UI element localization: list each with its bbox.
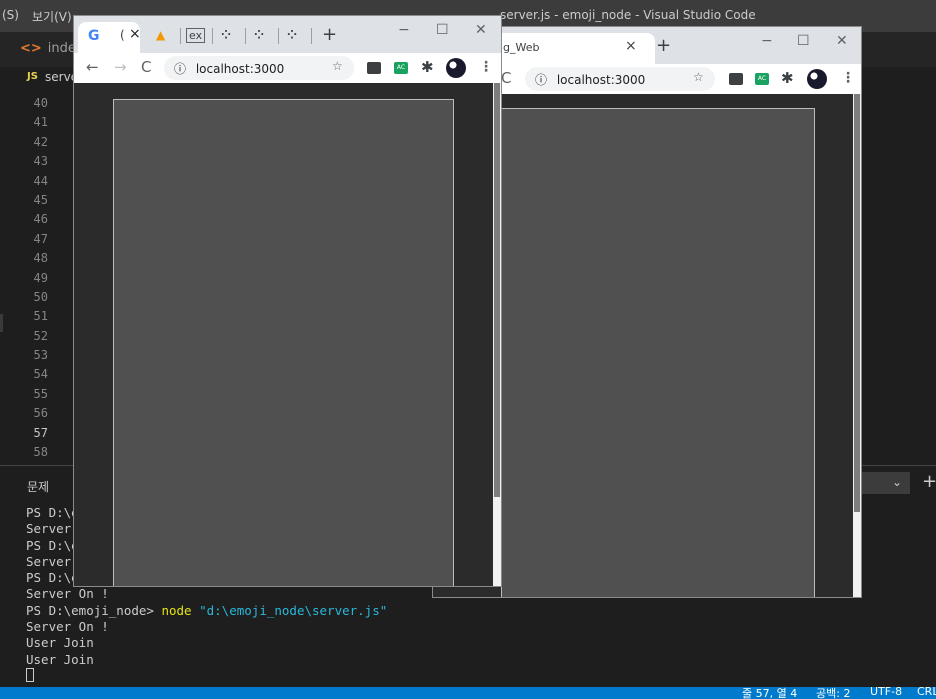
minimize-icon[interactable]: − <box>398 22 410 38</box>
terminal-line: User Join <box>26 651 94 667</box>
line-number: 50 <box>33 289 48 304</box>
line-number: 40 <box>33 96 48 110</box>
extension-icon-dark[interactable] <box>729 73 743 85</box>
new-tab-button[interactable]: + <box>322 24 337 45</box>
menu-kebab-icon[interactable]: ⋮ <box>841 70 855 86</box>
forward-arrow-icon[interactable]: → <box>114 58 127 76</box>
chevron-down-icon: ⌄ <box>891 475 902 489</box>
menu-kebab-icon[interactable]: ⋮ <box>479 59 493 75</box>
line-number: 54 <box>33 367 48 382</box>
js-file-icon: JS <box>27 71 38 82</box>
scrollbar-thumb[interactable] <box>854 94 860 512</box>
line-number: 57 <box>33 425 48 440</box>
line-number: 49 <box>33 270 48 285</box>
terminal-cursor <box>26 667 34 682</box>
menu-item-view[interactable]: 보기(V) <box>32 8 72 25</box>
info-icon[interactable]: ⓘ <box>535 73 547 87</box>
line-number: 41 <box>33 115 48 130</box>
terminal-line: Server On ! <box>26 586 109 602</box>
tab-favicon-dots[interactable]: ⁘ <box>287 28 297 42</box>
reload-icon[interactable]: C <box>501 69 511 87</box>
google-icon: G <box>88 28 100 44</box>
bookmark-star-icon[interactable]: ☆ <box>693 70 704 84</box>
status-line-col[interactable]: 줄 57, 열 4 <box>742 687 797 699</box>
close-window-icon[interactable]: ✕ <box>475 22 487 38</box>
extensions-puzzle-icon[interactable]: ✱ <box>781 69 794 87</box>
close-window-icon[interactable]: ✕ <box>836 33 848 49</box>
line-number: 44 <box>33 173 48 188</box>
minimize-icon[interactable]: − <box>761 33 773 49</box>
info-icon[interactable]: ⓘ <box>174 62 186 76</box>
address-bar[interactable]: ⓘ localhost:3000 ☆ <box>164 56 354 80</box>
browser-toolbar: ← → C ⓘ localhost:3000 ☆ AC ✱ ⋮ <box>74 53 501 83</box>
profile-avatar[interactable] <box>807 69 827 89</box>
close-tab-icon[interactable]: × <box>129 26 141 42</box>
terminal-line: User Join <box>26 635 94 651</box>
menu-item-selection[interactable]: (S) <box>2 8 19 22</box>
line-number: 52 <box>33 328 48 343</box>
tab-favicon-dots[interactable]: ⁘ <box>254 28 264 42</box>
url-text: localhost:3000 <box>556 73 646 87</box>
terminal-argument: "d:\emoji_node\server.js" <box>199 602 388 618</box>
line-number: 51 <box>33 309 48 324</box>
line-number: 58 <box>33 445 48 460</box>
status-spaces[interactable]: 공백: 2 <box>816 687 850 699</box>
tab-title: ( <box>120 28 125 42</box>
browser-window-left: G ( × ▲ ex ⁘ ⁘ ⁘ + − ☐ ✕ ← → C ⓘ localho… <box>73 15 502 587</box>
gutter-indicator <box>0 314 3 332</box>
scrollbar-thumb[interactable] <box>494 83 500 497</box>
status-encoding[interactable]: UTF-8 <box>870 687 902 698</box>
terminal-command-line: PS D:\emoji_node> node "d:\emoji_node\se… <box>26 603 387 619</box>
line-number: 43 <box>33 154 48 169</box>
profile-avatar[interactable] <box>446 58 466 78</box>
line-number: 53 <box>33 348 48 363</box>
close-tab-icon[interactable]: × <box>625 38 637 54</box>
reload-icon[interactable]: C <box>141 58 151 76</box>
line-number: 56 <box>33 406 48 421</box>
maximize-icon[interactable]: ☐ <box>436 22 449 38</box>
tab-separator <box>278 28 279 44</box>
terminal-prompt: PS D:\emoji_node> <box>26 602 162 618</box>
status-eol[interactable]: CRL <box>917 687 936 698</box>
address-bar[interactable]: ⓘ localhost:3000 ☆ <box>525 67 715 91</box>
tab-favicon-orange[interactable]: ▲ <box>156 28 165 42</box>
tab-separator <box>212 28 213 44</box>
line-number: 48 <box>33 251 48 266</box>
tab-title: g_Web <box>503 41 540 54</box>
extension-icon-dark[interactable] <box>367 62 381 74</box>
status-bar: 줄 57, 열 4 공백: 2 UTF-8 CRL <box>0 687 936 699</box>
terminal-line: Server On ! <box>26 619 109 635</box>
extension-ac-icon[interactable]: AC <box>755 73 769 85</box>
extensions-puzzle-icon[interactable]: ✱ <box>421 58 434 76</box>
window-title: server.js - emoji_node - Visual Studio C… <box>500 8 756 22</box>
html-file-icon: <> <box>20 41 42 56</box>
line-number: 46 <box>33 212 48 227</box>
game-canvas[interactable] <box>113 99 454 586</box>
line-number: 45 <box>33 192 48 207</box>
line-number: 55 <box>33 386 48 401</box>
terminal-command: node <box>161 602 192 618</box>
game-canvas[interactable] <box>501 108 815 597</box>
line-number-gutter: 40 41 42 43 44 45 46 47 48 49 50 51 52 53 54 55 56 57 58 <box>0 94 70 462</box>
line-number: 47 <box>33 231 48 246</box>
terminal-select[interactable]: ⌄ <box>860 472 910 494</box>
tab-problems[interactable]: 문제 <box>27 478 49 495</box>
page-content <box>74 83 493 586</box>
extension-ac-icon[interactable]: AC <box>394 62 408 74</box>
url-text: localhost:3000 <box>195 62 285 76</box>
maximize-icon[interactable]: ☐ <box>797 33 810 49</box>
tab-separator <box>311 28 312 44</box>
bookmark-star-icon[interactable]: ☆ <box>332 59 343 73</box>
tab-separator <box>245 28 246 44</box>
back-arrow-icon[interactable]: ← <box>86 58 99 76</box>
tab-ex[interactable]: ex <box>186 28 206 43</box>
new-terminal-button[interactable]: + <box>922 471 936 492</box>
tab-favicon-dots[interactable]: ⁘ <box>221 28 231 42</box>
tab-separator <box>180 28 181 44</box>
tab-strip: G ( × ▲ ex ⁘ ⁘ ⁘ + − ☐ ✕ <box>74 16 501 53</box>
line-number: 42 <box>33 134 48 149</box>
new-tab-button[interactable]: + <box>656 35 671 56</box>
